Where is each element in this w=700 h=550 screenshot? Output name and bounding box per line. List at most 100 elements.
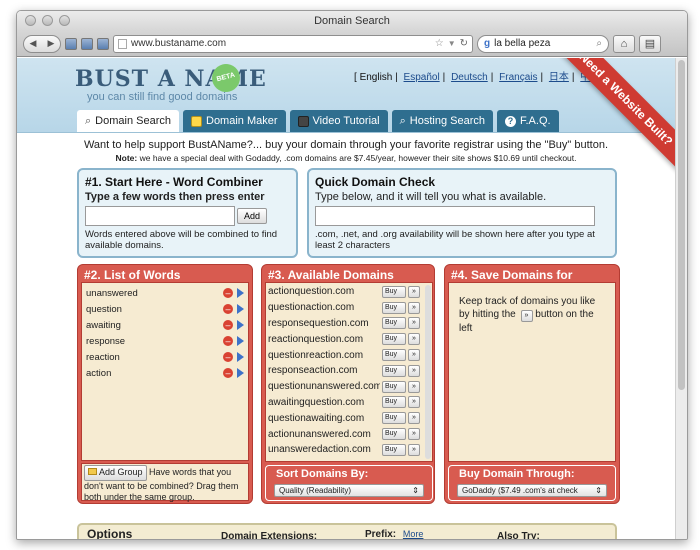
domain-row[interactable]: questionunanswered.com Buy»: [266, 379, 432, 395]
domain-row[interactable]: responseaction.com Buy»: [266, 363, 432, 379]
save-domain-button[interactable]: »: [408, 301, 420, 314]
buy-button[interactable]: Buy: [382, 285, 406, 298]
lang-spanish[interactable]: Español: [404, 72, 440, 83]
dropdown-icon[interactable]: ▼: [448, 39, 456, 48]
save-domain-button[interactable]: »: [408, 317, 420, 330]
word-row[interactable]: unanswered –: [82, 285, 248, 301]
play-icon[interactable]: [237, 304, 244, 314]
word-row[interactable]: action –: [82, 365, 248, 381]
star-icon[interactable]: ☆: [435, 38, 444, 49]
reload-icon[interactable]: ↻: [460, 38, 468, 49]
buy-button[interactable]: Buy: [382, 317, 406, 330]
domain-row[interactable]: unansweredaction.com Buy»: [266, 442, 432, 458]
history-icon[interactable]: [97, 37, 109, 50]
lang-french[interactable]: Français: [499, 72, 537, 83]
buy-button[interactable]: Buy: [382, 333, 406, 346]
lang-german[interactable]: Deutsch: [451, 72, 488, 83]
domain-name: actionquestion.com: [268, 286, 355, 298]
domain-name: questionaction.com: [268, 302, 355, 314]
buy-button[interactable]: Buy: [382, 443, 406, 456]
play-icon[interactable]: [237, 352, 244, 362]
quick-check-input[interactable]: [315, 206, 595, 226]
tab-hosting-search[interactable]: ⌕ Hosting Search: [391, 110, 493, 132]
save-domain-button[interactable]: »: [408, 349, 420, 362]
search-icon: ⌕: [85, 114, 92, 127]
add-group-button[interactable]: Add Group: [84, 465, 147, 481]
search-input-text[interactable]: la bella peza: [494, 38, 592, 49]
remove-icon[interactable]: –: [223, 320, 233, 330]
sort-select[interactable]: Quality (Readability) ⇕: [274, 484, 424, 497]
save-domain-button[interactable]: »: [408, 364, 420, 377]
save-domain-button[interactable]: »: [408, 412, 420, 425]
save-domain-button[interactable]: »: [408, 443, 420, 456]
tab-domain-search[interactable]: ⌕ Domain Search: [77, 110, 179, 132]
word-input[interactable]: [85, 206, 235, 226]
word-row[interactable]: reaction –: [82, 349, 248, 365]
lang-japanese[interactable]: 日本: [549, 72, 569, 83]
buy-button[interactable]: Buy: [382, 349, 406, 362]
remove-icon[interactable]: –: [223, 352, 233, 362]
zoom-window-button[interactable]: [59, 15, 70, 26]
buy-button[interactable]: Buy: [382, 396, 406, 409]
remove-icon[interactable]: –: [223, 288, 233, 298]
buy-button[interactable]: Buy: [382, 428, 406, 441]
buy-button[interactable]: Buy: [382, 364, 406, 377]
play-icon[interactable]: [237, 320, 244, 330]
domain-row[interactable]: awaitingquestion.com Buy»: [266, 395, 432, 411]
word-row[interactable]: awaiting –: [82, 317, 248, 333]
tab-video-tutorial[interactable]: Video Tutorial: [289, 110, 388, 132]
domain-row[interactable]: responsequestion.com Buy»: [266, 316, 432, 332]
prefix-more-link[interactable]: More: [403, 529, 424, 539]
search-field[interactable]: g la bella peza ⌕: [477, 34, 609, 53]
page-scrollbar[interactable]: [675, 58, 687, 539]
registrar-select[interactable]: GoDaddy ($7.49 .com's at check ⇕: [457, 484, 607, 497]
domain-row[interactable]: actionquestion.com Buy»: [266, 284, 432, 300]
word-row[interactable]: question –: [82, 301, 248, 317]
google-icon[interactable]: g: [484, 38, 490, 49]
add-word-button[interactable]: Add: [237, 208, 268, 224]
address-bar[interactable]: www.bustaname.com ☆ ▼ ↻: [113, 34, 473, 53]
domain-name: unansweredaction.com: [268, 444, 371, 456]
back-arrow-icon[interactable]: ◀: [30, 38, 37, 49]
remove-icon[interactable]: –: [223, 368, 233, 378]
word-text: question: [86, 303, 122, 315]
forward-arrow-icon[interactable]: ▶: [48, 38, 55, 49]
play-icon[interactable]: [237, 288, 244, 298]
bookmark-menu-button[interactable]: ▤: [639, 34, 661, 53]
word-list: unanswered – question – awaiting – response…: [81, 282, 249, 461]
save-domain-button[interactable]: »: [408, 396, 420, 409]
reader-icon[interactable]: [81, 37, 93, 50]
lang-english[interactable]: English: [360, 72, 393, 83]
save-domain-button[interactable]: »: [408, 380, 420, 393]
select-arrow-icon: ⇕: [412, 486, 419, 495]
domain-list-scrollbar[interactable]: [425, 285, 431, 459]
scrollbar-thumb[interactable]: [678, 60, 685, 390]
remove-icon[interactable]: –: [223, 336, 233, 346]
word-row[interactable]: response –: [82, 333, 248, 349]
search-icon[interactable]: ⌕: [596, 38, 602, 49]
play-icon[interactable]: [237, 336, 244, 346]
save-domain-button[interactable]: »: [408, 285, 420, 298]
home-button[interactable]: ⌂: [613, 34, 635, 53]
tab-label: F.A.Q.: [520, 115, 551, 127]
domain-row[interactable]: questionawaiting.com Buy»: [266, 410, 432, 426]
domain-row[interactable]: questionaction.com Buy»: [266, 300, 432, 316]
domain-row[interactable]: reactionquestion.com Buy»: [266, 331, 432, 347]
remove-icon[interactable]: –: [223, 304, 233, 314]
back-forward-buttons[interactable]: ◀ ▶: [23, 34, 61, 53]
domain-row[interactable]: questionreaction.com Buy»: [266, 347, 432, 363]
buy-button[interactable]: Buy: [382, 301, 406, 314]
play-icon[interactable]: [237, 368, 244, 378]
url-text[interactable]: www.bustaname.com: [131, 38, 431, 49]
tab-domain-maker[interactable]: Domain Maker: [183, 110, 286, 132]
save-domain-button[interactable]: »: [408, 428, 420, 441]
bookmarks-icon[interactable]: [65, 37, 77, 50]
domain-row[interactable]: actionunanswered.com Buy»: [266, 426, 432, 442]
buy-button[interactable]: Buy: [382, 412, 406, 425]
buy-button[interactable]: Buy: [382, 380, 406, 393]
close-window-button[interactable]: [25, 15, 36, 26]
minimize-window-button[interactable]: [42, 15, 53, 26]
tab-faq[interactable]: ? F.A.Q.: [497, 110, 559, 132]
sort-value: Quality (Readability): [279, 486, 352, 495]
save-domain-button[interactable]: »: [408, 333, 420, 346]
